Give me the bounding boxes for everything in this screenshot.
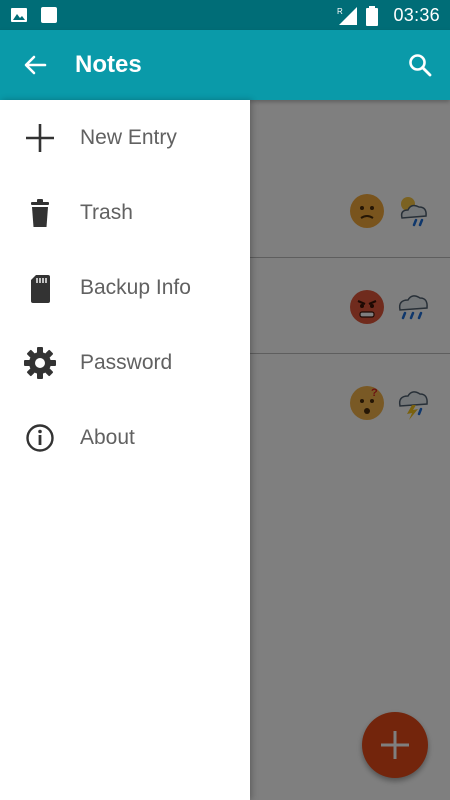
drawer-item-label: New Entry xyxy=(80,125,177,149)
drawer-item-new-entry[interactable]: New Entry xyxy=(0,100,250,175)
battery-icon xyxy=(365,6,383,26)
drawer-item-about[interactable]: About xyxy=(0,400,250,475)
gear-icon xyxy=(22,345,58,381)
search-icon xyxy=(409,54,432,77)
drawer-item-backup-info[interactable]: Backup Info xyxy=(0,250,250,325)
arrow-left-icon xyxy=(24,55,47,75)
navigation-drawer: New Entry Trash Backup Info Password Abo… xyxy=(0,100,250,800)
plus-icon xyxy=(22,120,58,156)
image-icon xyxy=(10,6,28,24)
svg-text:R: R xyxy=(337,7,343,16)
trash-icon xyxy=(22,195,58,231)
drawer-item-label: Password xyxy=(80,350,173,374)
page-title: Notes xyxy=(75,51,142,78)
drawer-item-label: Backup Info xyxy=(80,275,191,299)
drawer-item-label: About xyxy=(80,425,135,449)
app-bar: Notes xyxy=(0,30,450,100)
signal-icon: R xyxy=(337,6,358,25)
back-button[interactable] xyxy=(0,30,70,100)
status-bar: R 03:36 xyxy=(0,0,450,30)
drawer-item-label: Trash xyxy=(80,200,133,224)
drawer-item-trash[interactable]: Trash xyxy=(0,175,250,250)
drawer-item-password[interactable]: Password xyxy=(0,325,250,400)
search-button[interactable] xyxy=(390,30,450,100)
status-time: 03:36 xyxy=(393,4,440,25)
square-icon xyxy=(40,6,58,24)
info-icon xyxy=(22,420,58,456)
sd-card-icon xyxy=(22,270,58,306)
